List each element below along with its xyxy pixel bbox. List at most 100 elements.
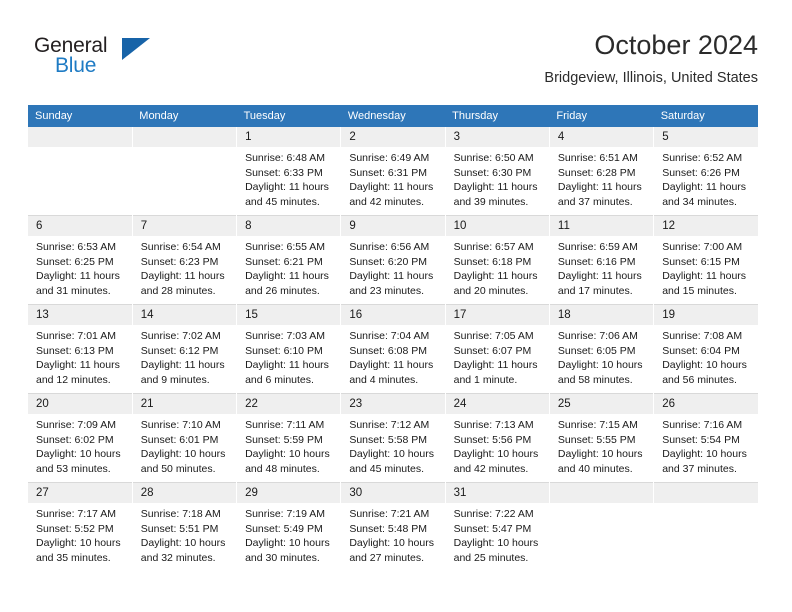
calendar-day-cell-empty bbox=[132, 127, 238, 216]
day-number bbox=[549, 483, 654, 503]
daylight-text-line2: and 27 minutes. bbox=[349, 551, 425, 564]
sunrise-text: Sunrise: 7:01 AM bbox=[36, 330, 116, 342]
day-number: 4 bbox=[549, 127, 654, 147]
calendar-day-cell[interactable]: 18 Sunrise: 7:06 AM Sunset: 6:05 PM Dayligh… bbox=[549, 304, 655, 394]
day-number: 29 bbox=[237, 483, 341, 503]
calendar-day-cell[interactable]: 26 Sunrise: 7:16 AM Sunset: 5:54 PM Dayligh… bbox=[653, 393, 758, 483]
calendar-day-cell[interactable]: 29 Sunrise: 7:19 AM Sunset: 5:49 PM Dayligh… bbox=[236, 482, 342, 571]
daylight-text-line1: Daylight: 11 hours bbox=[662, 181, 747, 194]
sunset-text: Sunset: 6:28 PM bbox=[557, 166, 636, 179]
sunrise-text: Sunrise: 6:54 AM bbox=[140, 241, 221, 253]
calendar-day-cell[interactable]: 16 Sunrise: 7:04 AM Sunset: 6:08 PM Dayligh… bbox=[340, 304, 446, 394]
calendar-day-cell[interactable]: 15 Sunrise: 7:03 AM Sunset: 6:10 PM Dayligh… bbox=[236, 304, 342, 394]
calendar-day-cell[interactable]: 31 Sunrise: 7:22 AM Sunset: 5:47 PM Dayligh… bbox=[445, 482, 550, 571]
sunset-text: Sunset: 6:16 PM bbox=[557, 255, 636, 268]
calendar-day-cell[interactable]: 25 Sunrise: 7:15 AM Sunset: 5:55 PM Dayligh… bbox=[549, 393, 655, 483]
calendar-week-row: 13 Sunrise: 7:01 AM Sunset: 6:13 PM Dayligh… bbox=[28, 304, 758, 394]
sunrise-text: Sunrise: 7:22 AM bbox=[453, 508, 534, 520]
sunset-text: Sunset: 5:49 PM bbox=[245, 522, 323, 535]
calendar-day-cell[interactable]: 3 Sunrise: 6:50 AM Sunset: 6:30 PM Daylight… bbox=[445, 127, 550, 216]
sunrise-text: Sunrise: 7:10 AM bbox=[140, 419, 221, 431]
calendar-day-cell[interactable]: 4 Sunrise: 6:51 AM Sunset: 6:28 PM Daylight… bbox=[549, 127, 655, 216]
calendar-day-cell[interactable]: 13 Sunrise: 7:01 AM Sunset: 6:13 PM Dayligh… bbox=[28, 304, 133, 394]
page-title: October 2024 bbox=[594, 30, 758, 60]
daylight-text-line1: Daylight: 11 hours bbox=[662, 270, 747, 283]
daylight-text-line1: Daylight: 11 hours bbox=[453, 359, 538, 372]
day-details: Sunrise: 7:13 AM Sunset: 5:56 PM Daylight:… bbox=[446, 414, 549, 476]
day-number: 14 bbox=[132, 305, 237, 325]
sunset-text: Sunset: 6:08 PM bbox=[349, 344, 427, 357]
day-number: 12 bbox=[654, 216, 758, 236]
daylight-text-line2: and 12 minutes. bbox=[36, 373, 111, 386]
day-details: Sunrise: 7:00 AM Sunset: 6:15 PM Daylight:… bbox=[654, 236, 758, 298]
sunrise-text: Sunrise: 6:53 AM bbox=[36, 241, 116, 253]
day-details: Sunrise: 6:56 AM Sunset: 6:20 PM Daylight:… bbox=[341, 236, 444, 298]
sunset-text: Sunset: 5:56 PM bbox=[453, 433, 532, 446]
daylight-text-line1: Daylight: 11 hours bbox=[557, 270, 642, 283]
calendar-day-cell[interactable]: 14 Sunrise: 7:02 AM Sunset: 6:12 PM Dayligh… bbox=[132, 304, 238, 394]
day-number: 26 bbox=[654, 394, 758, 414]
day-details: Sunrise: 7:01 AM Sunset: 6:13 PM Daylight:… bbox=[28, 325, 132, 387]
calendar-day-cell[interactable]: 30 Sunrise: 7:21 AM Sunset: 5:48 PM Dayligh… bbox=[340, 482, 446, 571]
calendar-day-cell[interactable]: 22 Sunrise: 7:11 AM Sunset: 5:59 PM Dayligh… bbox=[236, 393, 342, 483]
daylight-text-line2: and 37 minutes. bbox=[557, 195, 633, 208]
day-details: Sunrise: 6:55 AM Sunset: 6:21 PM Daylight:… bbox=[237, 236, 340, 298]
day-number: 13 bbox=[28, 305, 132, 325]
sunset-text: Sunset: 5:52 PM bbox=[36, 522, 114, 535]
sunset-text: Sunset: 6:33 PM bbox=[245, 166, 323, 179]
day-number: 10 bbox=[445, 216, 549, 236]
daylight-text-line1: Daylight: 11 hours bbox=[453, 181, 538, 194]
calendar-day-cell[interactable]: 27 Sunrise: 7:17 AM Sunset: 5:52 PM Dayligh… bbox=[28, 482, 133, 571]
daylight-text-line1: Daylight: 10 hours bbox=[557, 359, 643, 372]
calendar-day-cell[interactable]: 12 Sunrise: 7:00 AM Sunset: 6:15 PM Dayligh… bbox=[653, 215, 758, 305]
daylight-text-line1: Daylight: 11 hours bbox=[349, 359, 434, 372]
general-blue-logo: General Blue bbox=[34, 34, 154, 80]
day-details: Sunrise: 6:48 AM Sunset: 6:33 PM Daylight:… bbox=[237, 147, 340, 209]
daylight-text-line2: and 17 minutes. bbox=[557, 284, 633, 297]
sunset-text: Sunset: 5:48 PM bbox=[349, 522, 427, 535]
day-number: 1 bbox=[237, 127, 341, 147]
day-details: Sunrise: 7:04 AM Sunset: 6:08 PM Daylight:… bbox=[341, 325, 444, 387]
sunset-text: Sunset: 6:20 PM bbox=[349, 255, 427, 268]
calendar-day-cell[interactable]: 17 Sunrise: 7:05 AM Sunset: 6:07 PM Dayligh… bbox=[445, 304, 550, 394]
daylight-text-line2: and 56 minutes. bbox=[662, 373, 737, 386]
daylight-text-line1: Daylight: 11 hours bbox=[245, 359, 329, 372]
daylight-text-line2: and 31 minutes. bbox=[36, 284, 111, 297]
calendar-day-cell[interactable]: 8 Sunrise: 6:55 AM Sunset: 6:21 PM Daylight… bbox=[236, 215, 342, 305]
calendar-day-cell[interactable]: 23 Sunrise: 7:12 AM Sunset: 5:58 PM Dayligh… bbox=[340, 393, 446, 483]
daylight-text-line1: Daylight: 11 hours bbox=[557, 181, 642, 194]
calendar-day-cell[interactable]: 10 Sunrise: 6:57 AM Sunset: 6:18 PM Dayligh… bbox=[445, 215, 550, 305]
title-block: October 2024 Bridgeview, Illinois, Unite… bbox=[544, 28, 758, 88]
calendar-day-cell[interactable]: 28 Sunrise: 7:18 AM Sunset: 5:51 PM Dayligh… bbox=[132, 482, 238, 571]
sunset-text: Sunset: 6:01 PM bbox=[140, 433, 219, 446]
daylight-text-line1: Daylight: 10 hours bbox=[140, 537, 226, 550]
calendar-day-cell[interactable]: 7 Sunrise: 6:54 AM Sunset: 6:23 PM Daylight… bbox=[132, 215, 238, 305]
daylight-text-line2: and 32 minutes. bbox=[140, 551, 216, 564]
calendar-day-cell[interactable]: 2 Sunrise: 6:49 AM Sunset: 6:31 PM Daylight… bbox=[340, 127, 446, 216]
calendar-week-row: 6 Sunrise: 6:53 AM Sunset: 6:25 PM Daylight… bbox=[28, 215, 758, 305]
calendar-body: 1 Sunrise: 6:48 AM Sunset: 6:33 PM Daylight… bbox=[28, 127, 758, 571]
calendar-day-cell[interactable]: 19 Sunrise: 7:08 AM Sunset: 6:04 PM Dayligh… bbox=[653, 304, 758, 394]
day-number: 23 bbox=[341, 394, 445, 414]
calendar-day-cell[interactable]: 21 Sunrise: 7:10 AM Sunset: 6:01 PM Dayligh… bbox=[132, 393, 238, 483]
calendar-day-cell[interactable]: 11 Sunrise: 6:59 AM Sunset: 6:16 PM Dayligh… bbox=[549, 215, 655, 305]
day-number bbox=[28, 127, 132, 147]
day-number: 21 bbox=[132, 394, 237, 414]
day-details: Sunrise: 7:03 AM Sunset: 6:10 PM Daylight:… bbox=[237, 325, 340, 387]
sunset-text: Sunset: 6:07 PM bbox=[453, 344, 532, 357]
daylight-text-line1: Daylight: 11 hours bbox=[349, 270, 434, 283]
daylight-text-line2: and 15 minutes. bbox=[662, 284, 737, 297]
weekday-header-friday: Friday bbox=[549, 105, 654, 127]
day-number: 19 bbox=[654, 305, 758, 325]
sunset-text: Sunset: 6:23 PM bbox=[140, 255, 219, 268]
calendar-day-cell[interactable]: 5 Sunrise: 6:52 AM Sunset: 6:26 PM Daylight… bbox=[653, 127, 758, 216]
calendar-day-cell[interactable]: 6 Sunrise: 6:53 AM Sunset: 6:25 PM Daylight… bbox=[28, 215, 133, 305]
daylight-text-line2: and 40 minutes. bbox=[557, 462, 633, 475]
calendar-day-cell[interactable]: 9 Sunrise: 6:56 AM Sunset: 6:20 PM Daylight… bbox=[340, 215, 446, 305]
daylight-text-line1: Daylight: 11 hours bbox=[245, 270, 329, 283]
calendar-day-cell[interactable]: 20 Sunrise: 7:09 AM Sunset: 6:02 PM Dayligh… bbox=[28, 393, 133, 483]
calendar-day-cell[interactable]: 1 Sunrise: 6:48 AM Sunset: 6:33 PM Daylight… bbox=[236, 127, 342, 216]
day-number: 8 bbox=[237, 216, 341, 236]
calendar-day-cell[interactable]: 24 Sunrise: 7:13 AM Sunset: 5:56 PM Dayligh… bbox=[445, 393, 550, 483]
sunset-text: Sunset: 6:21 PM bbox=[245, 255, 323, 268]
